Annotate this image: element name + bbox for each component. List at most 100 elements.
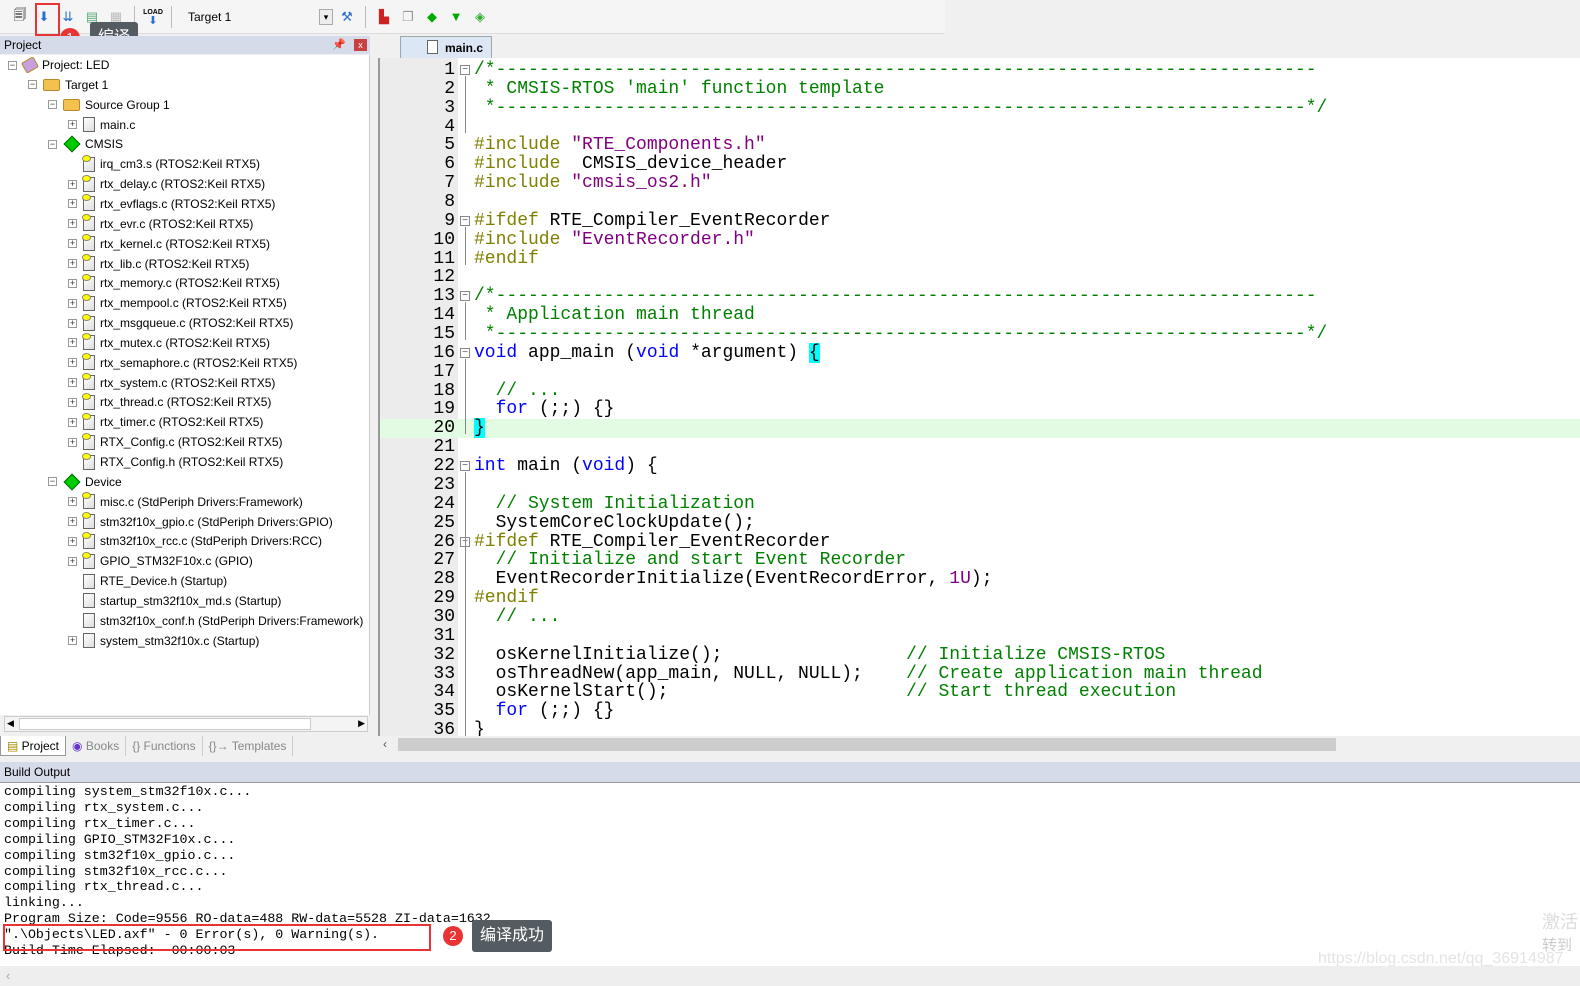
- target-select[interactable]: Target 1 ▾: [188, 6, 333, 28]
- build-output-scrollbar[interactable]: ‹: [0, 966, 1580, 986]
- tree-item[interactable]: + rtx_memory.c (RTOS2:Keil RTX5): [68, 273, 280, 293]
- expand-icon[interactable]: +: [68, 278, 77, 288]
- expand-icon[interactable]: +: [68, 179, 77, 189]
- target-options-icon[interactable]: ⚒: [337, 7, 357, 27]
- collapse-icon[interactable]: −: [8, 60, 17, 70]
- code-line[interactable]: 8: [380, 193, 1580, 212]
- fold-icon[interactable]: −: [460, 65, 470, 75]
- code-line[interactable]: 23: [380, 475, 1580, 495]
- code-line[interactable]: 17: [380, 362, 1580, 382]
- code-line[interactable]: 16− void app_main (void *argument) {: [380, 342, 1580, 363]
- pack-installer-icon[interactable]: ▼: [446, 7, 466, 27]
- expand-icon[interactable]: +: [68, 536, 77, 546]
- expand-icon[interactable]: +: [68, 417, 77, 427]
- scroll-thumb[interactable]: [19, 718, 311, 730]
- expand-icon[interactable]: +: [68, 239, 77, 249]
- code-line[interactable]: 9− #ifdef RTE_Compiler_EventRecorder: [380, 211, 1580, 231]
- expand-icon[interactable]: +: [68, 378, 77, 388]
- download-icon[interactable]: LOAD ⬇: [143, 7, 163, 27]
- collapse-icon[interactable]: −: [28, 80, 37, 90]
- code-line[interactable]: 18 // ...: [380, 381, 1580, 401]
- scroll-left-icon[interactable]: ‹: [383, 737, 387, 751]
- tree-item[interactable]: + rtx_timer.c (RTOS2:Keil RTX5): [68, 412, 263, 432]
- tab-functions[interactable]: {} Functions: [126, 736, 203, 756]
- code-line[interactable]: 19 for (;;) {}: [380, 400, 1580, 419]
- expand-icon[interactable]: +: [68, 397, 77, 407]
- code-line[interactable]: 26−#ifdef RTE_Compiler_EventRecorder: [380, 532, 1580, 552]
- collapse-icon[interactable]: −: [48, 100, 57, 110]
- translate-icon[interactable]: 🗐: [10, 7, 30, 27]
- code-line[interactable]: 15 *------------------------------------…: [380, 325, 1580, 344]
- pin-icon[interactable]: 📌: [332, 36, 346, 54]
- tree-item[interactable]: + rtx_msgqueue.c (RTOS2:Keil RTX5): [68, 313, 293, 333]
- tree-item[interactable]: + rtx_thread.c (RTOS2:Keil RTX5): [68, 392, 271, 412]
- tree-item[interactable]: + rtx_lib.c (RTOS2:Keil RTX5): [68, 254, 249, 274]
- tree-item[interactable]: + misc.c (StdPeriph Drivers:Framework): [68, 492, 303, 512]
- fold-icon[interactable]: −: [460, 347, 470, 358]
- file-extensions-icon[interactable]: ❐: [398, 7, 418, 27]
- collapse-icon[interactable]: −: [48, 139, 57, 149]
- expand-icon[interactable]: +: [68, 338, 77, 348]
- code-line[interactable]: 13−/*-----------------------------------…: [380, 287, 1580, 306]
- tree-item[interactable]: + rtx_evflags.c (RTOS2:Keil RTX5): [68, 194, 275, 214]
- code-line[interactable]: 5 #include "RTE_Components.h": [380, 136, 1580, 155]
- tree-item[interactable]: − Source Group 1: [48, 95, 170, 115]
- code-line[interactable]: 34 osKernelStart(); // Start thread exec…: [380, 683, 1580, 702]
- code-line[interactable]: 33 osThreadNew(app_main, NULL, NULL); //…: [380, 664, 1580, 684]
- tree-item[interactable]: + stm32f10x_rcc.c (StdPeriph Drivers:RCC): [68, 531, 322, 551]
- scroll-left-icon[interactable]: ◀: [7, 718, 14, 729]
- chevron-down-icon[interactable]: ▾: [319, 8, 333, 25]
- expand-icon[interactable]: +: [68, 219, 77, 229]
- code-line[interactable]: 21: [380, 438, 1580, 457]
- code-line[interactable]: 35 for (;;) {}: [380, 702, 1580, 721]
- code-line[interactable]: 36}: [380, 721, 1580, 736]
- scroll-right-icon[interactable]: ▶: [358, 718, 365, 729]
- tree-item[interactable]: RTX_Config.h (RTOS2:Keil RTX5): [68, 452, 283, 472]
- tree-item[interactable]: stm32f10x_conf.h (StdPeriph Drivers:Fram…: [68, 611, 363, 631]
- tree-item[interactable]: + rtx_semaphore.c (RTOS2:Keil RTX5): [68, 353, 297, 373]
- select-packs-icon[interactable]: ◈: [470, 7, 490, 27]
- tree-item[interactable]: + GPIO_STM32F10x.c (GPIO): [68, 551, 253, 571]
- manage-components-icon[interactable]: ▙: [374, 7, 394, 27]
- code-line[interactable]: 30 // ...: [380, 607, 1580, 627]
- fold-icon[interactable]: −: [460, 215, 470, 226]
- tree-item[interactable]: − CMSIS: [48, 134, 123, 154]
- tree-item[interactable]: + rtx_mempool.c (RTOS2:Keil RTX5): [68, 293, 287, 313]
- editor-tab-main-c[interactable]: main.c: [400, 36, 492, 58]
- expand-icon[interactable]: +: [68, 259, 77, 268]
- close-icon[interactable]: x: [354, 39, 367, 51]
- code-line[interactable]: 20}: [380, 418, 1580, 439]
- code-line[interactable]: 22− int main (void) {: [380, 457, 1580, 476]
- run-time-env-icon[interactable]: ◆: [422, 7, 442, 27]
- expand-icon[interactable]: +: [68, 318, 77, 328]
- rebuild-icon[interactable]: ⇊: [58, 7, 78, 27]
- code-line[interactable]: 25 SystemCoreClockUpdate();: [380, 513, 1580, 533]
- expand-icon[interactable]: +: [68, 199, 77, 209]
- project-scrollbar[interactable]: ◀ ▶: [4, 716, 368, 732]
- code-line[interactable]: 12: [380, 268, 1580, 287]
- tree-item[interactable]: − Project: LED: [8, 55, 109, 75]
- tree-item[interactable]: + system_stm32f10x.c (Startup): [68, 631, 259, 651]
- fold-icon[interactable]: −: [460, 461, 470, 472]
- tab-templates[interactable]: {}→ Templates: [203, 736, 294, 756]
- tree-item[interactable]: RTE_Device.h (Startup): [68, 571, 227, 591]
- tab-project[interactable]: ▤ Project: [0, 736, 67, 756]
- tree-item[interactable]: − Target 1: [28, 75, 108, 95]
- tree-item[interactable]: + rtx_system.c (RTOS2:Keil RTX5): [68, 373, 275, 393]
- tree-item[interactable]: + main.c: [68, 115, 135, 135]
- tree-item[interactable]: + RTX_Config.c (RTOS2:Keil RTX5): [68, 432, 283, 452]
- code-line[interactable]: 32 osKernelInitialize(); // Initialize C…: [380, 645, 1580, 665]
- code-line[interactable]: 24 // System Initialization: [380, 494, 1580, 514]
- code-line[interactable]: 11 #endif: [380, 249, 1580, 269]
- tree-item[interactable]: − Device: [48, 472, 122, 492]
- fold-icon[interactable]: −: [460, 291, 470, 302]
- tree-item[interactable]: + rtx_mutex.c (RTOS2:Keil RTX5): [68, 333, 270, 353]
- tab-books[interactable]: ◉ Books: [66, 736, 127, 756]
- code-line[interactable]: 29 #endif: [380, 589, 1580, 608]
- scroll-thumb[interactable]: [398, 738, 1336, 751]
- tree-item[interactable]: + stm32f10x_gpio.c (StdPeriph Drivers:GPI…: [68, 512, 333, 532]
- collapse-icon[interactable]: −: [48, 477, 57, 487]
- tree-item[interactable]: irq_cm3.s (RTOS2:Keil RTX5): [68, 154, 260, 174]
- code-line[interactable]: 28 EventRecorderInitialize(EventRecordEr…: [380, 570, 1580, 589]
- code-line[interactable]: 27 // Initialize and start Event Recorde…: [380, 551, 1580, 570]
